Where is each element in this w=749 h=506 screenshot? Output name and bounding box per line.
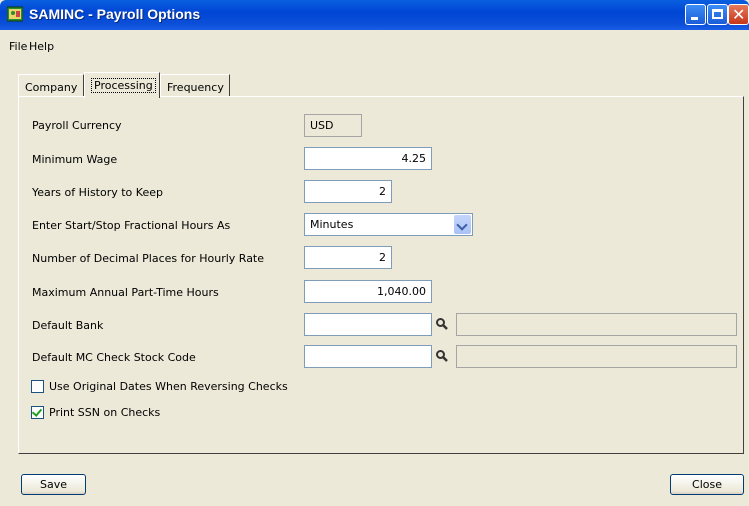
decimal-places-label: Number of Decimal Places for Hourly Rate <box>32 252 265 265</box>
default-check-stock-label: Default MC Check Stock Code <box>32 351 196 364</box>
max-parttime-label: Maximum Annual Part-Time Hours <box>32 286 219 299</box>
title-bar[interactable]: SAMINC - Payroll Options ✕ <box>0 0 749 30</box>
tab-processing-label: Processing <box>91 78 156 93</box>
minimum-wage-label: Minimum Wage <box>32 153 118 166</box>
tab-company-label: Company <box>25 81 78 94</box>
payroll-currency-field: USD <box>304 114 362 137</box>
payroll-currency-label: Payroll Currency <box>32 119 122 132</box>
menu-help[interactable]: Help <box>29 40 54 53</box>
use-original-dates-label[interactable]: Use Original Dates When Reversing Checks <box>49 380 288 393</box>
close-window-button[interactable]: ✕ <box>728 4 749 25</box>
print-ssn-label[interactable]: Print SSN on Checks <box>49 406 160 419</box>
menu-bar: File Help <box>0 30 749 56</box>
minimize-button[interactable] <box>685 4 706 25</box>
checkmark-icon <box>31 406 43 417</box>
fractional-hours-value: Minutes <box>310 218 354 231</box>
use-original-dates-checkbox[interactable] <box>31 380 44 393</box>
close-icon: ✕ <box>732 5 746 24</box>
default-bank-description <box>456 313 737 336</box>
decimal-places-input[interactable]: 2 <box>304 246 392 269</box>
chevron-down-icon[interactable] <box>454 215 471 234</box>
print-ssn-checkbox[interactable] <box>31 406 44 419</box>
tab-processing[interactable]: Processing <box>84 72 160 98</box>
tab-company[interactable]: Company <box>18 74 84 96</box>
minimize-icon <box>691 17 698 20</box>
window-title: SAMINC - Payroll Options <box>29 6 201 22</box>
years-history-label: Years of History to Keep <box>32 186 163 199</box>
default-check-stock-input[interactable] <box>304 345 432 368</box>
max-parttime-input[interactable]: 1,040.00 <box>304 280 432 303</box>
menu-file[interactable]: File <box>9 40 27 53</box>
tab-frequency-label: Frequency <box>167 81 224 94</box>
default-check-stock-description <box>456 345 737 368</box>
maximize-icon <box>712 9 723 19</box>
tab-frequency[interactable]: Frequency <box>160 74 230 96</box>
maximize-button[interactable] <box>707 4 728 25</box>
fractional-hours-select[interactable]: Minutes <box>304 213 473 236</box>
app-icon <box>7 6 23 22</box>
search-icon[interactable] <box>435 349 449 363</box>
search-icon[interactable] <box>435 317 449 331</box>
fractional-hours-label: Enter Start/Stop Fractional Hours As <box>32 219 231 232</box>
close-button[interactable]: Close <box>670 474 744 495</box>
default-bank-input[interactable] <box>304 313 432 336</box>
default-bank-label: Default Bank <box>32 319 104 332</box>
minimum-wage-input[interactable]: 4.25 <box>304 147 432 170</box>
save-button[interactable]: Save <box>21 474 86 495</box>
years-history-input[interactable]: 2 <box>304 180 392 203</box>
